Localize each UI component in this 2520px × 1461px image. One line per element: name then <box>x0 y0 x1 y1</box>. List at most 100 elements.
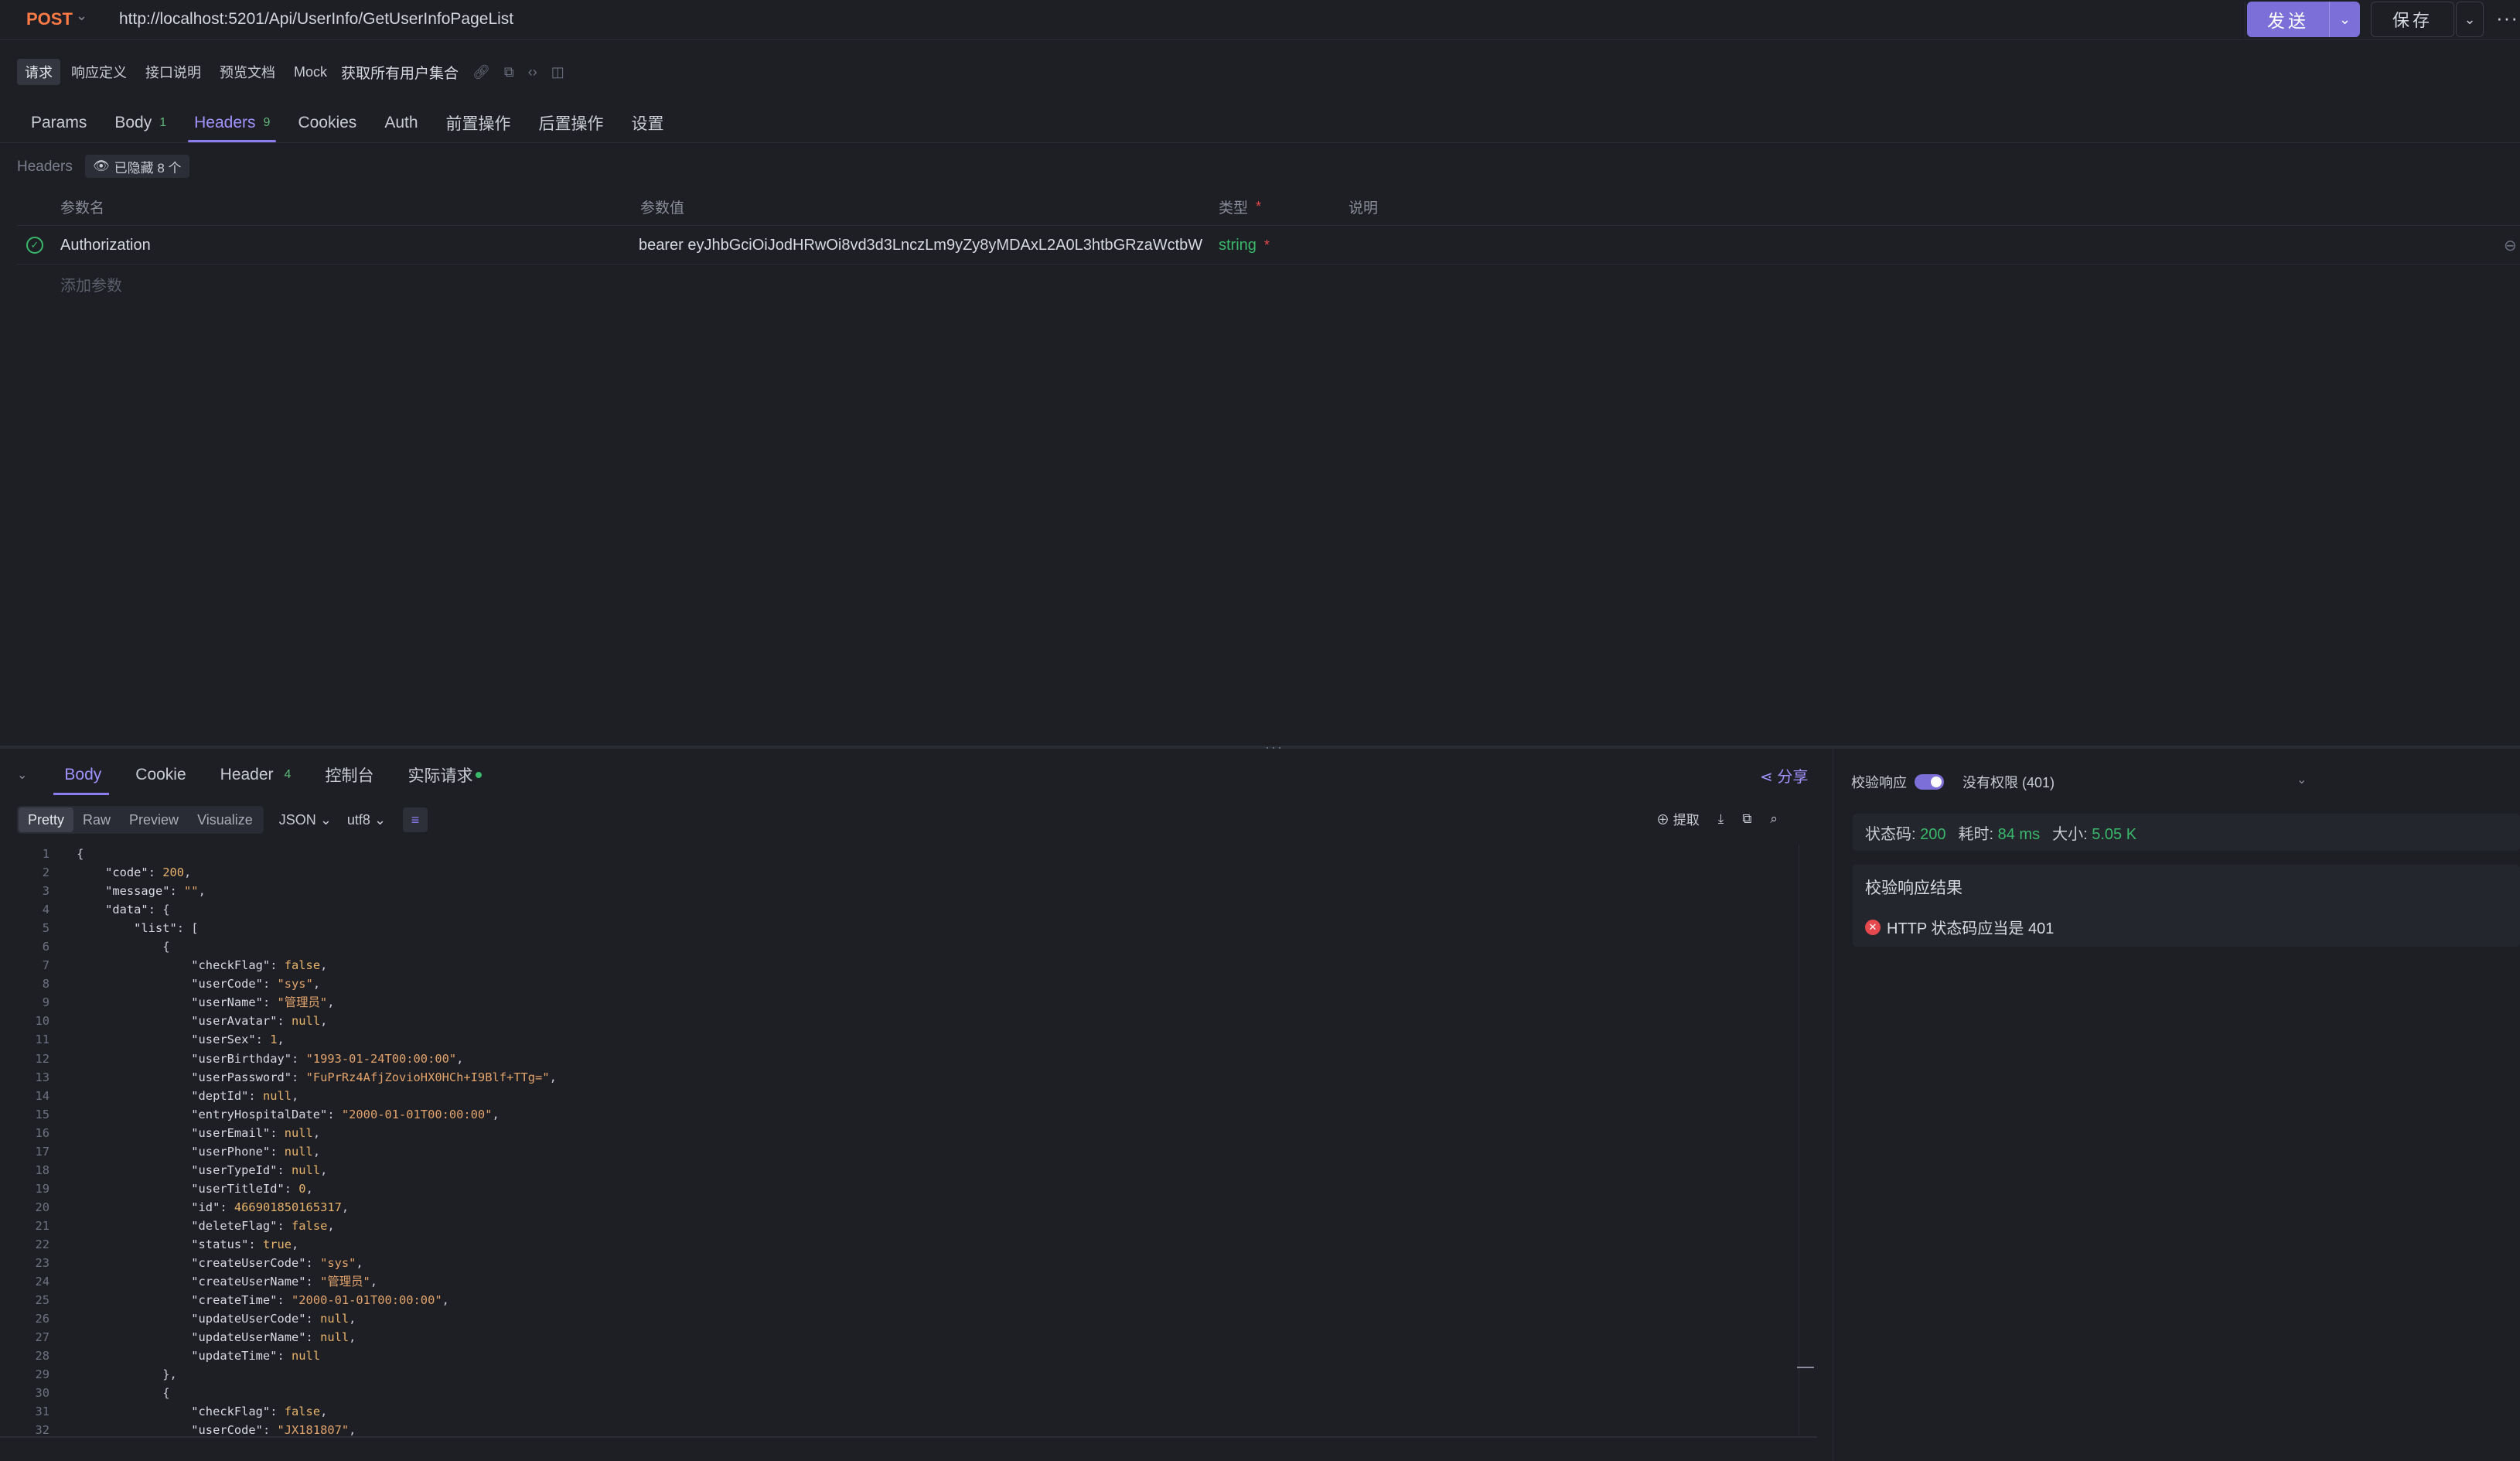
collapse-chevron-icon[interactable]: ⌄ <box>17 767 27 783</box>
code-line: 9 "userName": "管理员", <box>17 993 1816 1012</box>
validate-toggle[interactable] <box>1915 774 1944 790</box>
code-text: "deleteFlag": false, <box>191 1218 335 1233</box>
line-number: 29 <box>35 1367 49 1382</box>
line-number: 25 <box>35 1293 49 1308</box>
wrap-lines-icon[interactable]: ≡ <box>403 807 428 832</box>
extract-button[interactable]: ⊕ 提取 <box>1656 809 1700 828</box>
send-button[interactable]: 发送 ⌄ <box>2247 2 2360 37</box>
subtab-preview-doc[interactable]: 预览文档 <box>212 59 283 85</box>
response-definition-select[interactable]: 没有权限 (401) <box>1962 772 2055 792</box>
col-value-header: 参数值 <box>640 200 685 217</box>
tab-response-body[interactable]: Body <box>47 755 118 795</box>
scroll-marker[interactable] <box>1797 1367 1814 1368</box>
copy-icon[interactable]: ⧉ <box>504 64 514 80</box>
save-options-chevron-icon[interactable]: ⌄ <box>2456 2 2484 37</box>
share-button[interactable]: ⋖ 分享 <box>1760 764 1808 787</box>
tab-actual-request[interactable]: 实际请求 <box>390 755 499 795</box>
line-number: 5 <box>42 921 49 936</box>
hidden-headers-toggle[interactable]: 👁︎ 已隐藏 8 个 <box>85 155 189 178</box>
code-text: "userTypeId": null, <box>191 1162 328 1177</box>
save-button[interactable]: 保存 <box>2371 2 2454 37</box>
code-text: "id": 466901850165317, <box>191 1200 350 1214</box>
code-line: 31 "checkFlag": false, <box>17 1402 1816 1421</box>
format-select[interactable]: JSON ⌄ <box>279 812 332 828</box>
search-icon[interactable]: ⌕ <box>1770 811 1778 827</box>
tab-body[interactable]: Body 1 <box>101 104 180 142</box>
code-text: "userName": "管理员", <box>191 995 335 1010</box>
line-number: 24 <box>35 1275 49 1289</box>
code-line: 26 "updateUserCode": null, <box>17 1309 1816 1328</box>
status-code-label: 状态码: <box>1865 825 1916 843</box>
code-text: "data": { <box>105 903 170 917</box>
view-raw[interactable]: Raw <box>73 807 120 832</box>
param-type-label: string <box>1219 236 1257 254</box>
response-json-viewer[interactable]: 1{2 "code": 200, 3 "message": "", 4 "data"… <box>17 845 1816 1435</box>
tab-post-ops[interactable]: 后置操作 <box>525 104 618 142</box>
subtab-response-definition[interactable]: 响应定义 <box>63 59 135 85</box>
chevron-down-icon[interactable]: ⌄ <box>2297 772 2307 787</box>
tab-console[interactable]: 控制台 <box>308 755 390 795</box>
bottom-divider <box>0 1436 1817 1438</box>
send-options-chevron-icon[interactable]: ⌄ <box>2330 12 2360 28</box>
view-pretty[interactable]: Pretty <box>19 807 74 832</box>
chevron-down-icon[interactable]: ⌄ <box>76 8 87 24</box>
share-label: 分享 <box>1777 769 1809 786</box>
tab-headers[interactable]: Headers 9 <box>180 104 284 142</box>
remove-param-icon[interactable]: ⊖ <box>2504 226 2517 265</box>
url-input[interactable]: http://localhost:5201/Api/UserInfo/GetUs… <box>119 10 513 29</box>
add-param-input[interactable]: 添加参数 <box>60 265 122 303</box>
method-select[interactable]: POST <box>26 9 73 29</box>
line-number: 7 <box>42 958 49 973</box>
code-icon[interactable]: ‹› <box>528 64 537 80</box>
code-text: "checkFlag": false, <box>191 958 328 973</box>
tab-auth[interactable]: Auth <box>370 104 431 142</box>
col-type-label: 类型 <box>1219 200 1249 217</box>
tab-pre-ops[interactable]: 前置操作 <box>432 104 525 142</box>
line-number: 22 <box>35 1237 49 1251</box>
status-code: 状态码: 200 <box>1865 821 1946 844</box>
drag-handle-icon[interactable]: ··· <box>1265 739 1284 756</box>
tab-label: Params <box>31 114 87 131</box>
code-line: 13 "userPassword": "FuPrRz4AfjZovioHX0HC… <box>17 1068 1816 1087</box>
download-icon[interactable]: ⤓ <box>1718 811 1724 827</box>
copy-icon[interactable]: ⧉ <box>1742 811 1751 827</box>
code-line: 2 "code": 200, <box>17 863 1816 882</box>
view-visualize[interactable]: Visualize <box>188 807 262 832</box>
code-line: 18 "userTypeId": null, <box>17 1161 1816 1179</box>
code-text: "userSex": 1, <box>191 1033 285 1047</box>
subtab-mock[interactable]: Mock <box>286 59 335 85</box>
response-tabs: ⌄ Body Cookie Header 4 控制台 实际请求 <box>17 755 499 795</box>
tab-cookies[interactable]: Cookies <box>284 104 370 142</box>
api-title[interactable]: 获取所有用户集合 <box>341 62 459 83</box>
tab-label: Body <box>114 114 152 131</box>
code-line: 4 "data": { <box>17 900 1816 919</box>
code-text: "userPhone": null, <box>191 1144 321 1159</box>
param-value[interactable]: bearer eyJhbGciOiJodHRwOi8vd3d3LnczLm9yZ… <box>639 226 1202 265</box>
code-line: 1{ <box>17 845 1816 863</box>
more-icon[interactable]: ··· <box>2496 6 2518 30</box>
code-text: "userCode": "sys", <box>191 977 321 992</box>
line-number: 13 <box>35 1070 49 1084</box>
encoding-select[interactable]: utf8 ⌄ <box>347 812 386 828</box>
tab-response-cookie[interactable]: Cookie <box>118 755 203 795</box>
line-number: 27 <box>35 1330 49 1345</box>
line-number: 26 <box>35 1312 49 1326</box>
param-type[interactable]: string * <box>1219 226 1270 265</box>
tab-params[interactable]: Params <box>17 104 101 142</box>
required-marker: * <box>1263 237 1270 253</box>
enabled-checkbox-icon[interactable]: ✓ <box>26 237 43 254</box>
panel-icon[interactable]: ◫ <box>551 64 564 80</box>
subtab-api-description[interactable]: 接口说明 <box>138 59 209 85</box>
link-icon[interactable]: 🔗︎ <box>472 64 490 80</box>
code-line: 8 "userCode": "sys", <box>17 975 1816 993</box>
code-text: "deptId": null, <box>191 1088 299 1103</box>
param-name[interactable]: Authorization <box>60 226 151 265</box>
line-number: 3 <box>42 884 49 899</box>
view-preview[interactable]: Preview <box>120 807 188 832</box>
format-label: JSON <box>278 811 316 828</box>
tab-response-header[interactable]: Header 4 <box>203 755 309 795</box>
chevron-down-icon: ⌄ <box>319 811 332 828</box>
tab-settings[interactable]: 设置 <box>618 104 678 142</box>
headers-table: 参数名 参数值 类型 * 说明 ✓ Authorization bearer ey… <box>17 187 2520 303</box>
subtab-request[interactable]: 请求 <box>17 59 60 85</box>
